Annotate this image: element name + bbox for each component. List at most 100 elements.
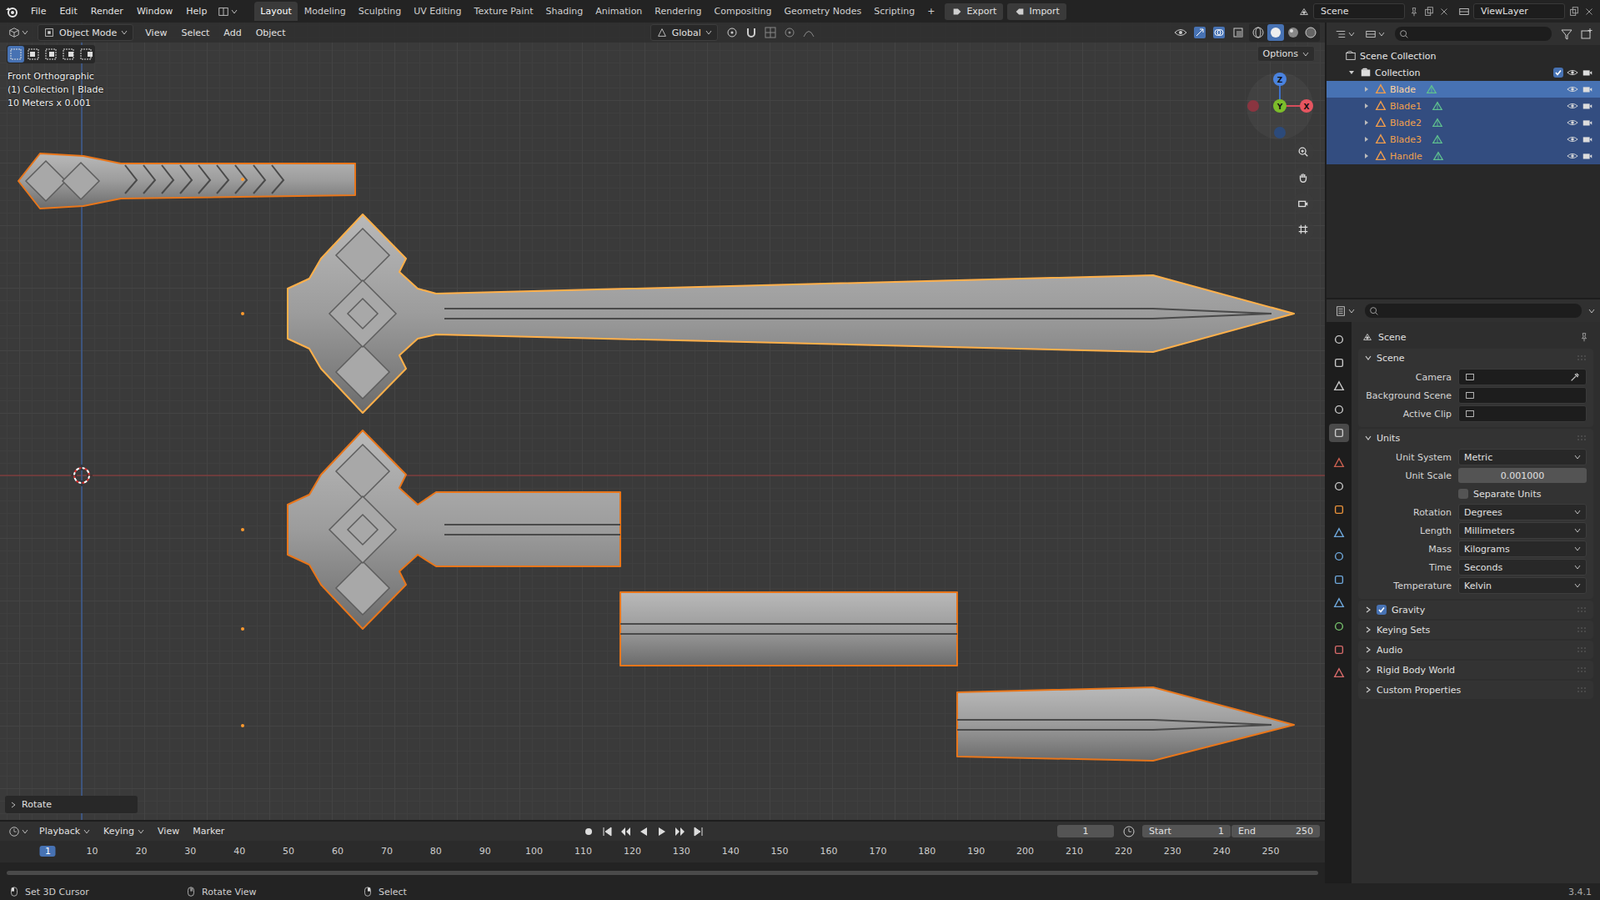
zoom-button[interactable] xyxy=(1292,140,1315,163)
display-mode-button[interactable] xyxy=(1361,26,1389,42)
select-mode-icon[interactable] xyxy=(42,45,60,63)
drag-grip-icon[interactable] xyxy=(1576,434,1587,442)
top-menu[interactable]: Window xyxy=(130,5,179,17)
workspace-tab[interactable]: Sculpting xyxy=(352,1,407,21)
pan-button[interactable] xyxy=(1292,166,1315,189)
scene-collection-row[interactable]: Scene Collection xyxy=(1326,47,1600,65)
drag-grip-icon[interactable] xyxy=(1576,666,1587,673)
mesh-object[interactable] xyxy=(240,214,1295,413)
blender-logo-icon[interactable] xyxy=(5,5,19,19)
timeline-area[interactable] xyxy=(0,862,1325,883)
frame-tick[interactable]: 1 xyxy=(40,845,56,857)
falloff-icon[interactable] xyxy=(800,24,818,41)
properties-tab[interactable] xyxy=(1329,640,1350,659)
drag-grip-icon[interactable] xyxy=(1576,646,1587,653)
next-keyframe-icon[interactable] xyxy=(672,822,689,840)
collapsed-arrow-icon[interactable] xyxy=(1363,119,1370,126)
frame-tick[interactable]: 80 xyxy=(426,845,446,857)
properties-tab[interactable] xyxy=(1329,593,1350,612)
x-axis-handle[interactable] xyxy=(1299,99,1314,113)
viewport-menu[interactable]: Object xyxy=(250,27,292,39)
mesh-object[interactable] xyxy=(240,430,621,629)
new-collection-icon[interactable] xyxy=(1578,25,1595,43)
properties-tab[interactable] xyxy=(1329,476,1350,496)
dropdown-field[interactable]: Kelvin xyxy=(1458,576,1587,594)
filter-icon[interactable] xyxy=(1558,25,1575,43)
frame-ruler[interactable]: 1102030405060708090100110120130140150160… xyxy=(0,840,1325,863)
outliner-object-row[interactable]: Blade1 xyxy=(1326,97,1600,115)
exclude-checkbox[interactable] xyxy=(1553,67,1564,78)
editor-type-button[interactable] xyxy=(1331,303,1359,319)
mesh-outline[interactable] xyxy=(287,214,1295,413)
record-icon[interactable] xyxy=(580,822,597,840)
ortho-toggle-button[interactable] xyxy=(1292,218,1315,241)
render-camera-icon[interactable] xyxy=(1581,150,1594,162)
frame-tick[interactable]: 150 xyxy=(767,845,793,857)
workspace-tab[interactable]: Geometry Nodes xyxy=(777,1,868,21)
mesh-data-icon[interactable] xyxy=(1431,116,1444,129)
select-mode-icon[interactable] xyxy=(60,45,77,63)
drag-grip-icon[interactable] xyxy=(1576,686,1587,693)
solid-shading-icon[interactable] xyxy=(1267,24,1285,41)
panel-header[interactable]: Keying Sets xyxy=(1358,620,1594,639)
duplicate-icon[interactable] xyxy=(1423,5,1435,18)
properties-tab[interactable] xyxy=(1329,353,1350,372)
jump-end-icon[interactable] xyxy=(690,822,708,840)
render-camera-icon[interactable] xyxy=(1581,116,1594,129)
orientation-dropdown[interactable]: Global xyxy=(650,24,718,41)
panel-checkbox[interactable] xyxy=(1376,604,1387,615)
current-frame-field[interactable]: 1 xyxy=(1057,824,1114,838)
panel-header[interactable]: Scene xyxy=(1358,348,1594,367)
workspace-tab[interactable]: Shading xyxy=(540,1,590,21)
editor-type-button[interactable] xyxy=(5,25,32,41)
visibility-icon[interactable] xyxy=(1172,24,1189,41)
render-camera-icon[interactable] xyxy=(1581,100,1594,112)
panel-header[interactable]: Rigid Body World xyxy=(1358,660,1594,679)
mesh-object[interactable] xyxy=(240,591,958,666)
eye-icon[interactable] xyxy=(1566,83,1579,96)
timeline-menu[interactable]: View xyxy=(151,825,186,837)
dropdown-field[interactable]: Kilograms xyxy=(1458,540,1587,557)
id-picker-field[interactable] xyxy=(1458,368,1587,386)
drag-grip-icon[interactable] xyxy=(1576,606,1587,613)
workspace-tab[interactable]: Rendering xyxy=(648,1,708,21)
z-axis-handle[interactable] xyxy=(1273,72,1287,86)
outliner-object-row[interactable]: Blade3 xyxy=(1326,130,1600,148)
mesh-outline[interactable] xyxy=(18,153,356,209)
eye-icon[interactable] xyxy=(1566,66,1579,79)
neg-x-axis[interactable] xyxy=(1247,100,1259,112)
proportional-edit-icon[interactable] xyxy=(781,24,798,41)
timeline-menu[interactable]: Keying xyxy=(97,825,151,837)
frame-tick[interactable]: 130 xyxy=(669,845,694,857)
properties-tab[interactable] xyxy=(1329,330,1350,349)
frame-tick[interactable]: 210 xyxy=(1062,845,1087,857)
id-picker-field[interactable] xyxy=(1458,386,1587,404)
viewport-menu[interactable]: Add xyxy=(217,27,247,39)
view-layer-selector[interactable]: ViewLayer xyxy=(1458,3,1595,20)
eye-icon[interactable] xyxy=(1566,150,1579,162)
dropdown-field[interactable]: Seconds xyxy=(1458,558,1587,576)
frame-tick[interactable]: 20 xyxy=(131,845,151,857)
checkbox[interactable] xyxy=(1458,488,1469,499)
eye-icon[interactable] xyxy=(1566,100,1579,112)
expanded-arrow-icon[interactable] xyxy=(1348,69,1355,76)
options-dropdown[interactable]: Options xyxy=(1257,45,1315,62)
add-workspace-button[interactable]: + xyxy=(921,1,941,21)
close-icon[interactable] xyxy=(1438,5,1450,18)
outliner-object-row[interactable]: Blade xyxy=(1326,80,1600,98)
3d-viewport[interactable]: Object ModeViewSelectAddObjectGlobalOpti… xyxy=(0,22,1325,820)
frame-tick[interactable]: 100 xyxy=(521,845,547,857)
outliner-object-row[interactable]: Handle xyxy=(1326,147,1600,165)
xray-icon[interactable] xyxy=(1229,24,1247,41)
properties-tab[interactable] xyxy=(1329,523,1350,542)
mesh-data-icon[interactable] xyxy=(1431,133,1444,146)
editor-type-button[interactable] xyxy=(1331,26,1359,42)
workspace-tab[interactable]: Scripting xyxy=(867,1,921,21)
wireframe-shading-icon[interactable] xyxy=(1249,24,1267,41)
frame-tick[interactable]: 180 xyxy=(914,845,939,857)
select-mode-icon[interactable] xyxy=(77,45,95,63)
frame-tick[interactable]: 170 xyxy=(865,845,890,857)
rendered-shading-icon[interactable] xyxy=(1302,24,1320,41)
scene-selector[interactable]: Scene xyxy=(1298,3,1450,20)
eye-icon[interactable] xyxy=(1566,133,1579,146)
